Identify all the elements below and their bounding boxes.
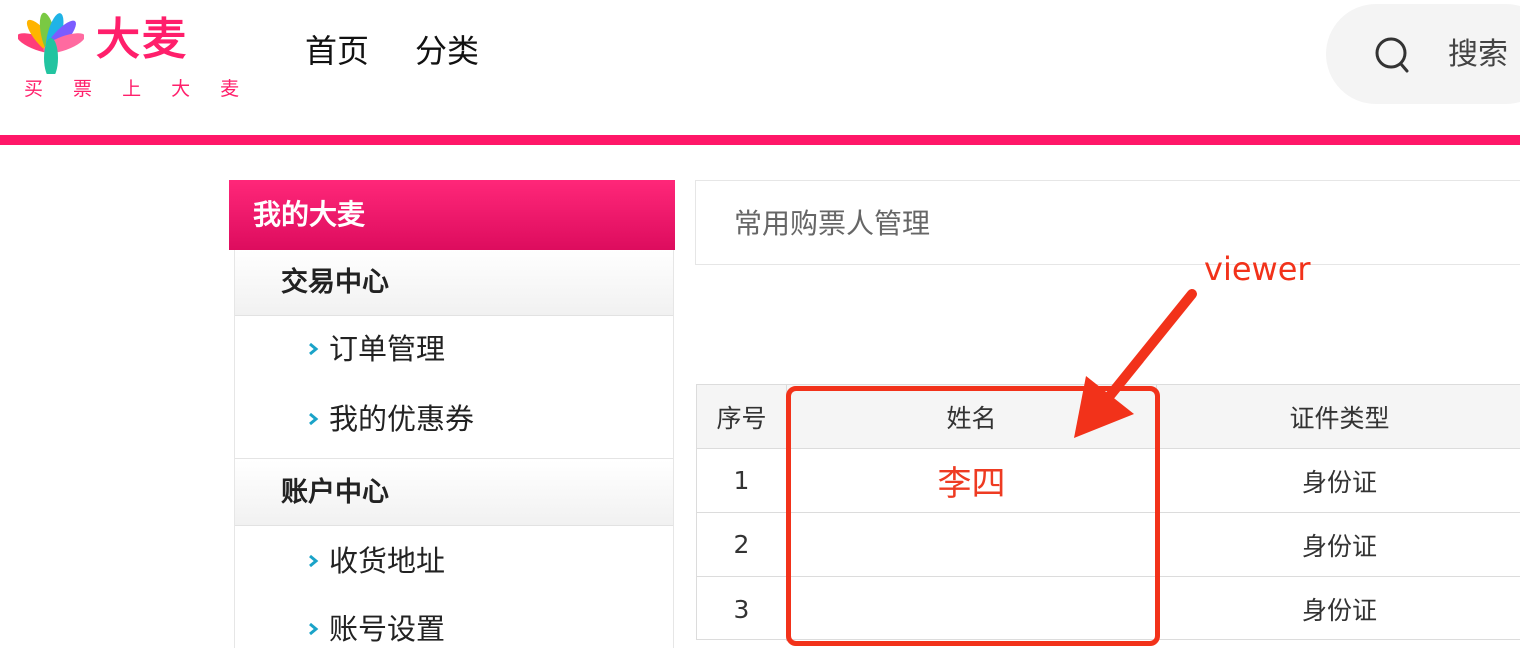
page-title: 常用购票人管理 — [695, 180, 1520, 265]
annotation-arrow-icon — [1074, 289, 1197, 438]
row-seq: 2 — [697, 513, 787, 576]
sidebar-section-trade: 交易中心 — [235, 250, 673, 316]
row-id-type: 身份证 — [1301, 596, 1377, 625]
row-seq: 3 — [697, 577, 787, 641]
sidebar-item-label: 我的优惠券 — [329, 402, 475, 436]
sidebar-section-account: 账户中心 — [235, 460, 673, 526]
sidebar-item-label: 收货地址 — [329, 544, 446, 578]
sidebar-item-orders[interactable]: 订单管理 — [305, 332, 446, 366]
sidebar-divider — [235, 458, 673, 459]
chevron-right-icon — [309, 342, 319, 356]
sidebar-item-label: 账号设置 — [329, 612, 446, 646]
chevron-right-icon — [309, 412, 319, 426]
damai-flower-icon — [18, 12, 84, 74]
nav-category[interactable]: 分类 — [415, 33, 479, 69]
sidebar-item-coupons[interactable]: 我的优惠券 — [305, 402, 475, 436]
row-id-type: 身份证 — [1301, 467, 1377, 497]
header-divider — [0, 135, 1520, 145]
sidebar-item-account-settings[interactable]: 账号设置 — [305, 612, 446, 646]
column-header-seq: 序号 — [697, 385, 787, 448]
sidebar: 交易中心 订单管理 我的优惠券 账户中心 收货地址 账号设置 — [234, 250, 674, 648]
search-icon — [1375, 37, 1409, 73]
sidebar-header[interactable]: 我的大麦 — [229, 180, 675, 250]
search-input[interactable]: 搜索 — [1448, 38, 1508, 71]
search-box[interactable]: 搜索 — [1326, 4, 1520, 104]
sidebar-item-label: 订单管理 — [329, 332, 446, 366]
brand-slogan: 买 票 上 大 麦 — [24, 78, 252, 100]
row-id-type: 身份证 — [1301, 531, 1377, 561]
chevron-right-icon — [309, 554, 319, 568]
brand-logo[interactable]: 大麦 买 票 上 大 麦 — [18, 8, 239, 108]
sidebar-item-address[interactable]: 收货地址 — [305, 544, 446, 578]
brand-logo-text: 大麦 — [96, 14, 188, 65]
chevron-right-icon — [309, 622, 319, 636]
nav-home[interactable]: 首页 — [305, 33, 369, 69]
row-seq: 1 — [697, 449, 787, 512]
